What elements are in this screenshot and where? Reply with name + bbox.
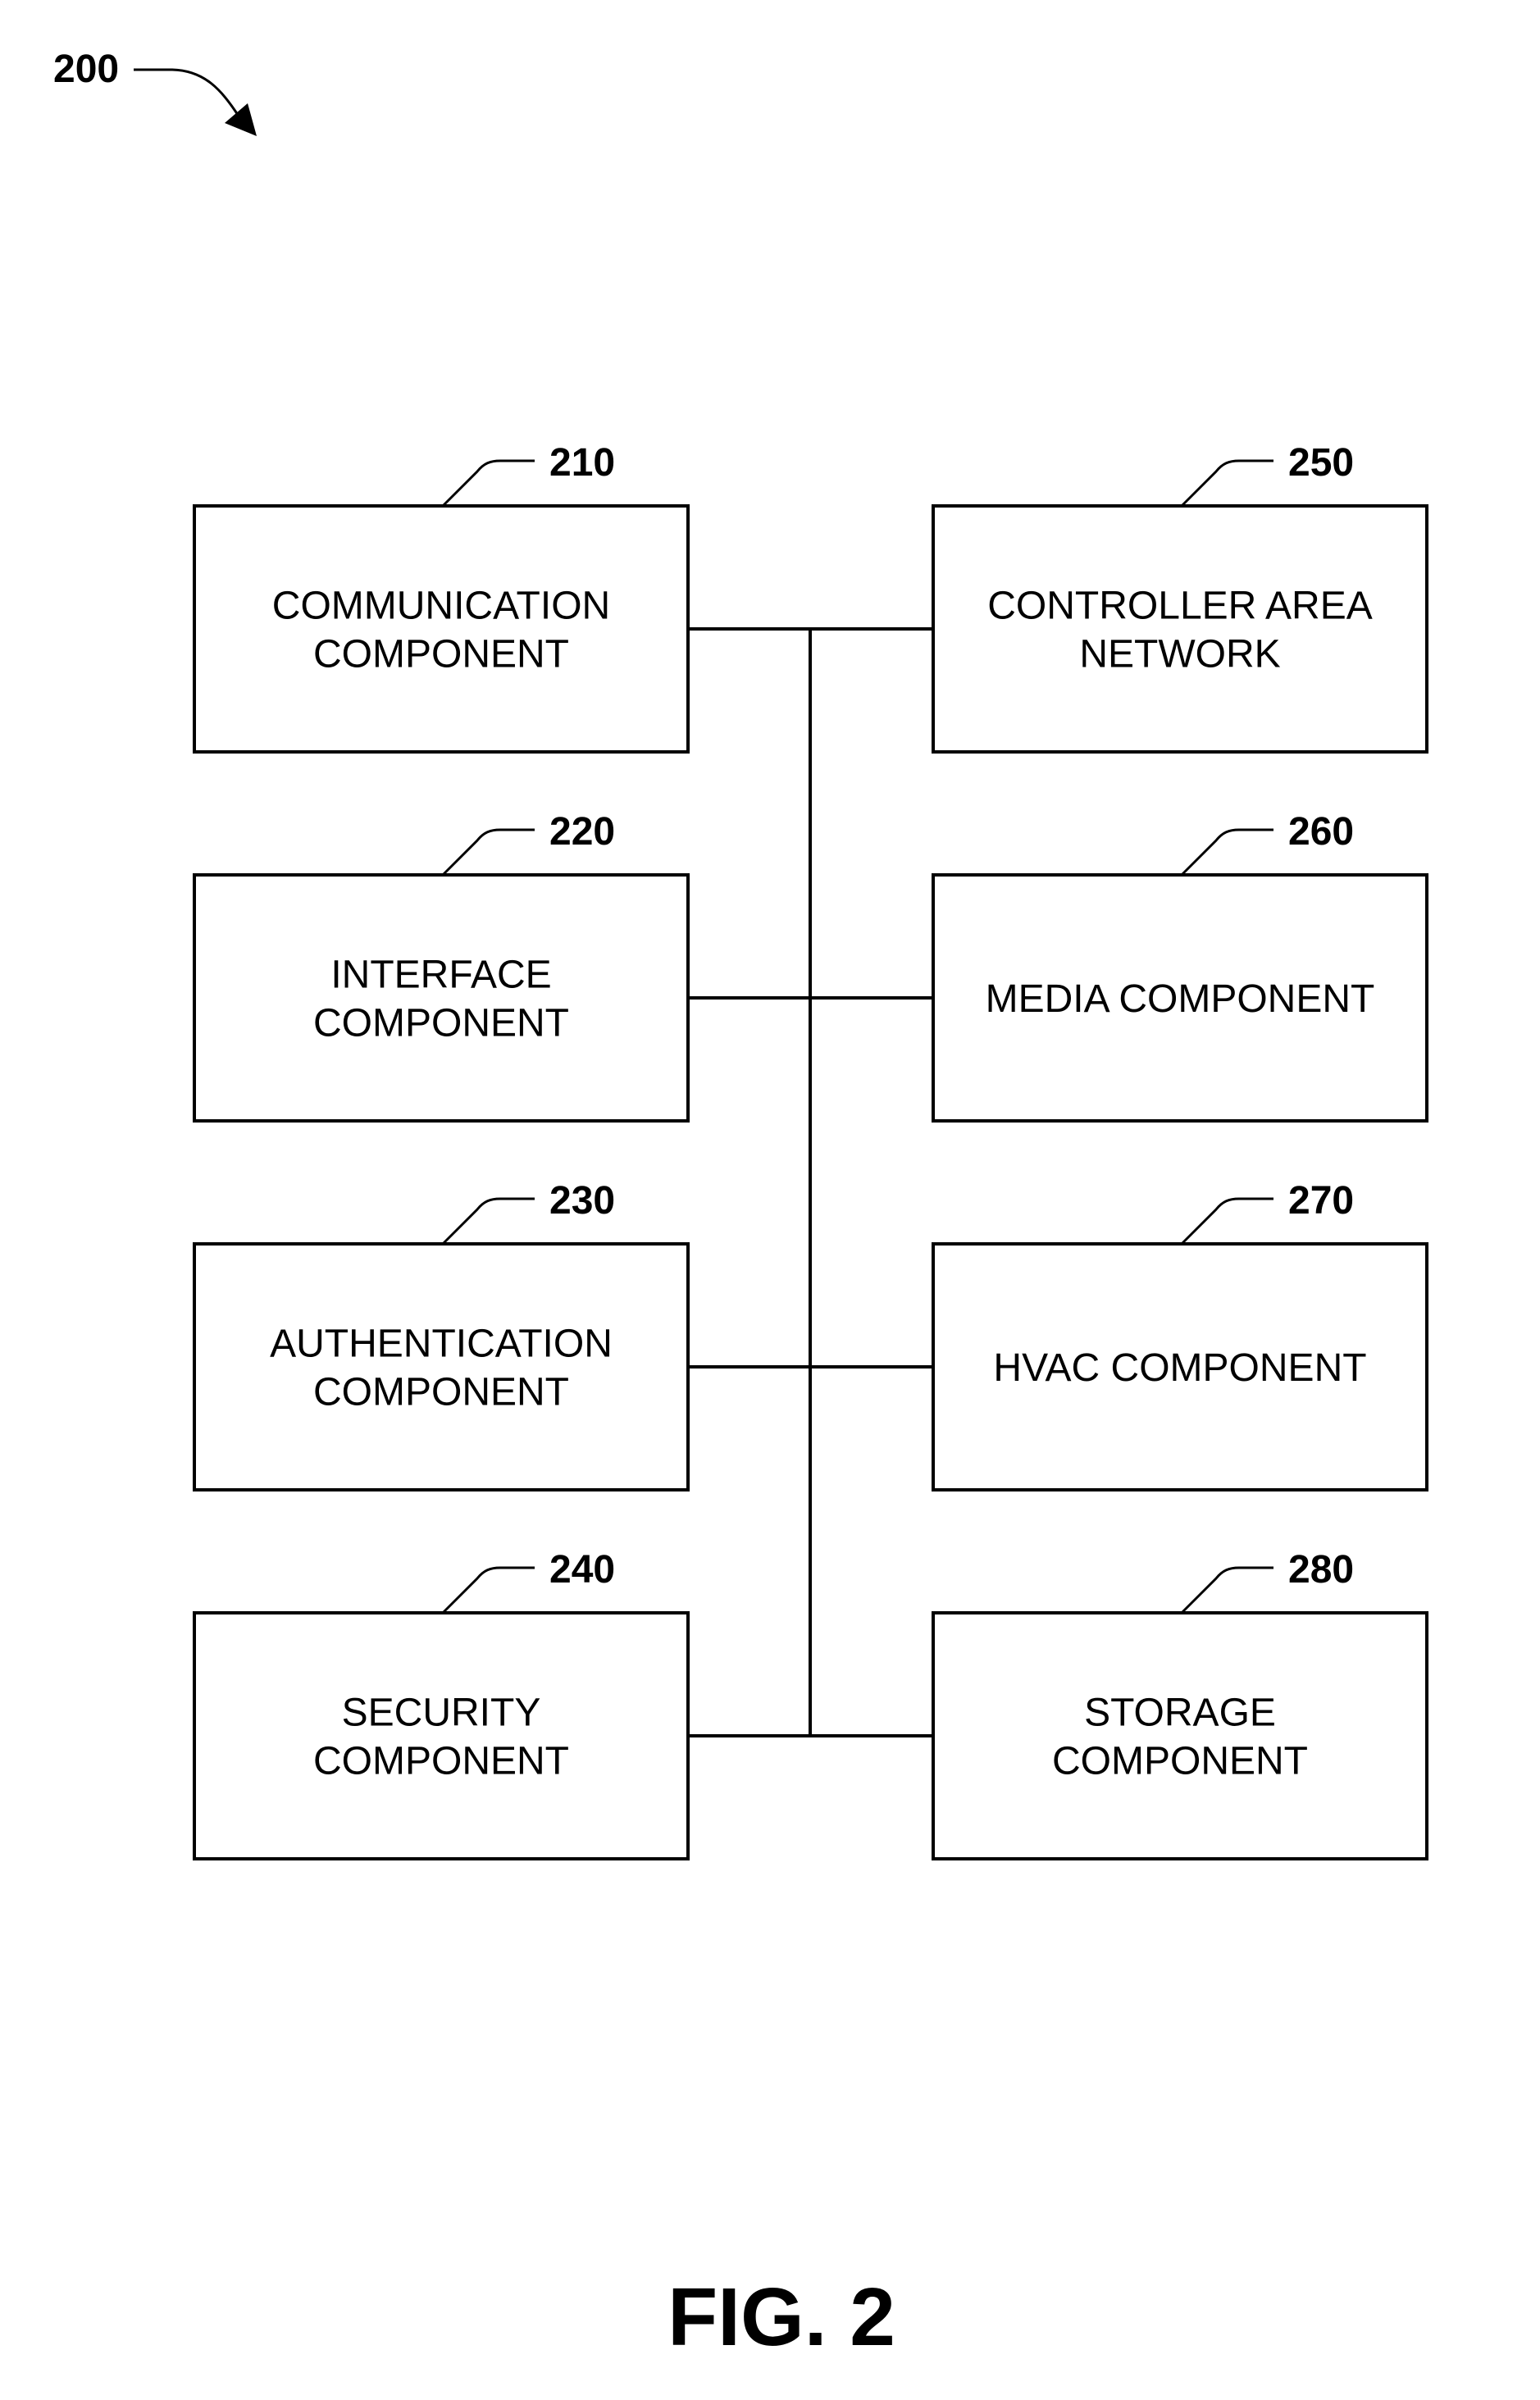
reference-leader-line: [1180, 1197, 1273, 1246]
reference-number: 240: [549, 1548, 615, 1592]
reference-leader-line: [1180, 1566, 1273, 1614]
arrowhead-icon: [225, 103, 257, 136]
component-label-line: COMPONENT: [313, 1740, 569, 1783]
component-label-line: COMMUNICATION: [272, 585, 610, 628]
component-label-line: MEDIA COMPONENT: [986, 977, 1375, 1021]
system-diagram: 200 COMMUNICATION COMPONENT 210 INTERFACE CO…: [53, 48, 1428, 2363]
reference-number: 250: [1288, 441, 1354, 485]
reference-leader-line: [441, 1197, 535, 1246]
component-box: [193, 1242, 690, 1491]
figure-caption: FIG. 2: [667, 2271, 895, 2363]
component-box: [932, 1611, 1428, 1860]
reference-number: 230: [549, 1179, 615, 1223]
reference-number: 220: [549, 810, 615, 854]
component-label-line: COMPONENT: [313, 633, 569, 676]
component-220: INTERFACE COMPONENT 220: [193, 810, 810, 1123]
component-label-line: SECURITY: [342, 1692, 541, 1735]
component-240: SECURITY COMPONENT 240: [193, 1548, 810, 1860]
component-label-line: COMPONENT: [313, 1002, 569, 1045]
component-label-line: AUTHENTICATION: [270, 1323, 613, 1366]
reference-number: 280: [1288, 1548, 1354, 1592]
component-box: [193, 504, 690, 754]
component-label-line: COMPONENT: [1052, 1740, 1308, 1783]
component-280: STORAGE COMPONENT 280: [810, 1548, 1428, 1860]
reference-number: 210: [549, 441, 615, 485]
component-box: [193, 873, 690, 1123]
figure-reference-arrow: [134, 68, 239, 116]
reference-leader-line: [441, 828, 535, 877]
component-label-line: COMPONENT: [313, 1371, 569, 1414]
reference-leader-line: [441, 459, 535, 508]
reference-leader-line: [441, 1566, 535, 1614]
component-label-line: NETWORK: [1079, 633, 1280, 676]
component-box: [193, 1611, 690, 1860]
reference-number: 270: [1288, 1179, 1354, 1223]
component-250: CONTROLLER AREA NETWORK 250: [810, 441, 1428, 754]
reference-leader-line: [1180, 828, 1273, 877]
component-label-line: STORAGE: [1084, 1692, 1276, 1735]
component-270: HVAC COMPONENT 270: [810, 1179, 1428, 1491]
component-260: MEDIA COMPONENT 260: [810, 810, 1428, 1123]
component-210: COMMUNICATION COMPONENT 210: [193, 441, 810, 754]
figure-reference-label: 200: [53, 48, 119, 91]
component-box: [932, 504, 1428, 754]
component-label-line: HVAC COMPONENT: [993, 1346, 1366, 1390]
component-label-line: INTERFACE: [330, 954, 551, 997]
reference-number: 260: [1288, 810, 1354, 854]
component-230: AUTHENTICATION COMPONENT 230: [193, 1179, 810, 1491]
component-label-line: CONTROLLER AREA: [987, 585, 1372, 628]
reference-leader-line: [1180, 459, 1273, 508]
